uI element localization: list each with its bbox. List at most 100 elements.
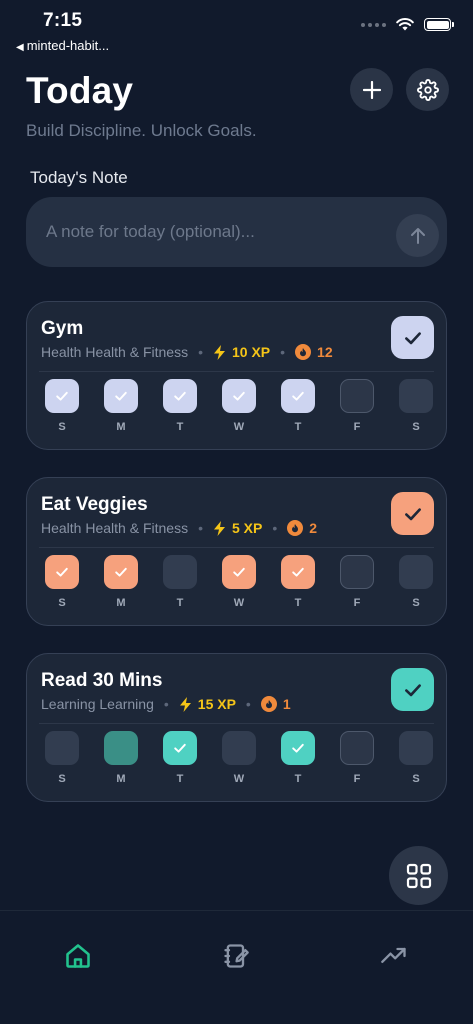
complete-today-button[interactable] xyxy=(391,316,434,359)
day-cell: W xyxy=(222,379,256,433)
day-toggle[interactable] xyxy=(222,555,256,589)
habit-card[interactable]: Eat Veggies Health Health & Fitness • 5 XP •… xyxy=(26,477,447,626)
habit-meta: Health Health & Fitness • 5 XP • 2 xyxy=(41,520,317,536)
habit-name: Eat Veggies xyxy=(41,494,148,515)
day-toggle[interactable] xyxy=(104,555,138,589)
day-letter: T xyxy=(294,773,302,785)
complete-today-button[interactable] xyxy=(391,492,434,535)
habit-meta: Health Health & Fitness • 10 XP • 12 xyxy=(41,344,333,360)
day-toggle[interactable] xyxy=(222,379,256,413)
habit-xp: 5 XP xyxy=(213,520,262,536)
day-letter: W xyxy=(233,773,245,785)
week-tracker: SMTWTFS xyxy=(45,555,433,615)
day-toggle[interactable] xyxy=(45,555,79,589)
day-letter: M xyxy=(116,773,126,785)
page-subtitle: Build Discipline. Unlock Goals. xyxy=(26,121,257,140)
note-input[interactable] xyxy=(46,197,386,267)
day-toggle[interactable] xyxy=(104,379,138,413)
back-to-app-link[interactable]: ◀ minted-habit... xyxy=(16,38,109,53)
day-toggle[interactable] xyxy=(340,731,374,765)
habit-xp: 15 XP xyxy=(179,696,236,712)
check-icon xyxy=(233,567,245,577)
day-cell: F xyxy=(340,555,374,609)
day-letter: S xyxy=(412,773,420,785)
habit-xp-value: 10 XP xyxy=(231,344,271,360)
habit-name: Read 30 Mins xyxy=(41,670,163,691)
journal-edit-icon xyxy=(224,944,249,968)
status-indicators xyxy=(361,18,454,31)
nav-journal-tab[interactable] xyxy=(216,939,256,973)
week-tracker: SMTWTFS xyxy=(45,731,433,791)
day-toggle[interactable] xyxy=(281,731,315,765)
card-divider xyxy=(39,371,434,372)
day-cell: M xyxy=(104,731,138,785)
status-time: 7:15 xyxy=(43,10,83,31)
day-toggle[interactable] xyxy=(399,379,433,413)
fire-badge-icon xyxy=(260,696,277,712)
day-toggle[interactable] xyxy=(45,379,79,413)
day-toggle[interactable] xyxy=(104,731,138,765)
check-icon xyxy=(292,743,304,753)
add-habit-button[interactable] xyxy=(350,68,393,111)
nav-stats-tab[interactable] xyxy=(374,939,414,973)
habit-xp-value: 15 XP xyxy=(197,696,236,712)
complete-today-button[interactable] xyxy=(391,668,434,711)
back-triangle-icon: ◀ xyxy=(16,42,24,53)
day-toggle[interactable] xyxy=(281,555,315,589)
day-letter: W xyxy=(233,597,245,609)
check-icon xyxy=(174,391,186,401)
day-letter: W xyxy=(233,421,245,433)
check-icon xyxy=(292,567,304,577)
day-letter: S xyxy=(58,773,66,785)
check-icon xyxy=(404,683,421,696)
day-letter: F xyxy=(353,597,361,609)
wifi-icon xyxy=(396,18,414,31)
day-toggle[interactable] xyxy=(163,731,197,765)
check-icon xyxy=(56,391,68,401)
card-divider xyxy=(39,547,434,548)
day-letter: S xyxy=(412,421,420,433)
check-icon xyxy=(174,743,186,753)
check-icon xyxy=(292,391,304,401)
note-send-button[interactable] xyxy=(396,214,439,257)
status-bar: 7:15 ◀ minted-habit... xyxy=(0,0,473,58)
day-cell: T xyxy=(163,731,197,785)
arrow-up-icon xyxy=(410,227,425,244)
day-cell: M xyxy=(104,555,138,609)
home-icon xyxy=(66,944,90,968)
habit-xp: 10 XP xyxy=(213,344,270,360)
separator-dot: • xyxy=(272,520,278,536)
day-letter: T xyxy=(176,597,184,609)
day-letter: S xyxy=(58,597,66,609)
day-cell: T xyxy=(163,555,197,609)
day-toggle[interactable] xyxy=(399,731,433,765)
check-icon xyxy=(56,567,68,577)
separator-dot: • xyxy=(245,696,251,712)
todays-note-label: Today's Note xyxy=(30,168,128,187)
day-cell: S xyxy=(399,379,433,433)
back-app-label: minted-habit... xyxy=(26,38,110,53)
day-cell: S xyxy=(399,731,433,785)
day-letter: F xyxy=(353,421,361,433)
day-toggle[interactable] xyxy=(163,379,197,413)
day-cell: T xyxy=(163,379,197,433)
separator-dot: • xyxy=(198,520,203,536)
day-cell: W xyxy=(222,731,256,785)
day-toggle[interactable] xyxy=(163,555,197,589)
day-toggle[interactable] xyxy=(340,555,374,589)
day-letter: M xyxy=(116,597,126,609)
habit-category: Learning Learning xyxy=(41,696,154,712)
day-letter: T xyxy=(176,421,184,433)
page-title: Today xyxy=(26,70,134,111)
day-toggle[interactable] xyxy=(399,555,433,589)
day-toggle[interactable] xyxy=(340,379,374,413)
nav-home-tab[interactable] xyxy=(58,939,98,973)
day-toggle[interactable] xyxy=(222,731,256,765)
habit-card[interactable]: Read 30 Mins Learning Learning • 15 XP • 1 S M T… xyxy=(26,653,447,802)
day-toggle[interactable] xyxy=(45,731,79,765)
grid-view-button[interactable] xyxy=(389,846,448,905)
habit-card[interactable]: Gym Health Health & Fitness • 10 XP • 12 S M T W T… xyxy=(26,301,447,450)
settings-button[interactable] xyxy=(406,68,449,111)
trending-up-icon xyxy=(381,947,406,963)
day-toggle[interactable] xyxy=(281,379,315,413)
